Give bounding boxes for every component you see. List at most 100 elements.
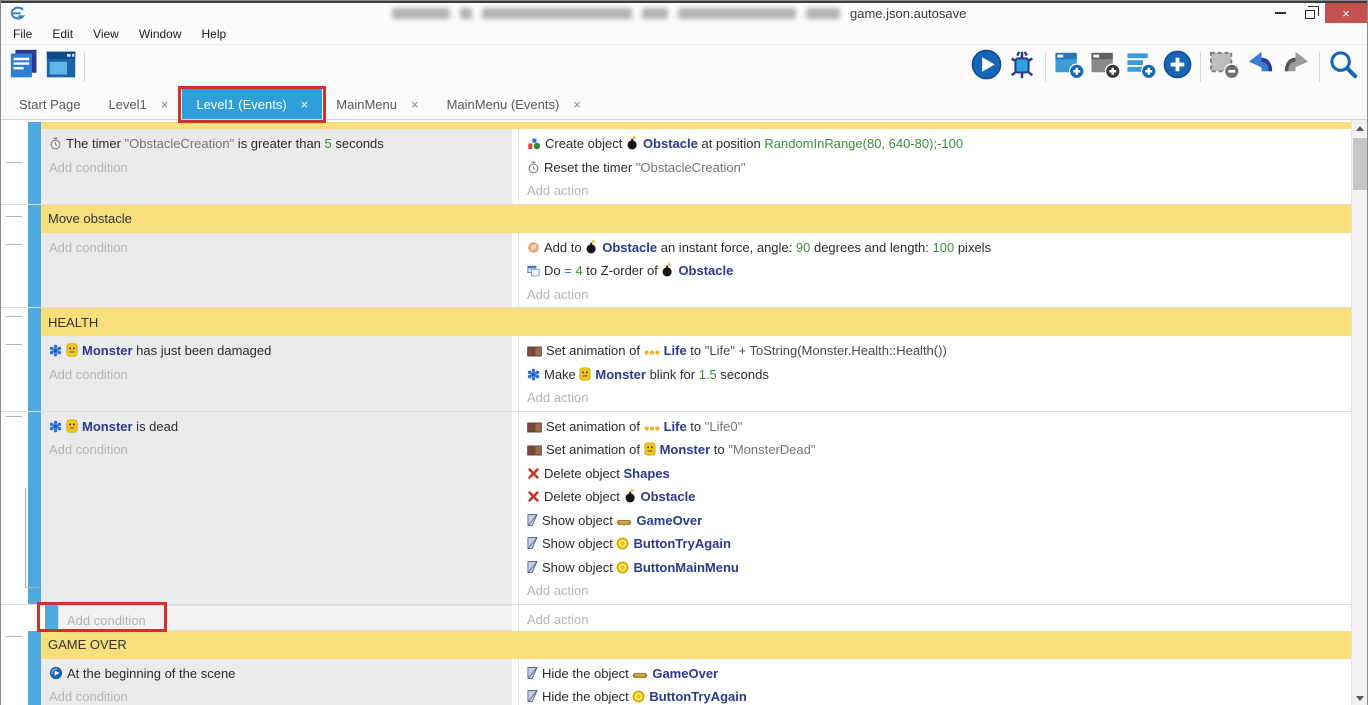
action-line[interactable]: Set animation of Life to "Life" + ToStri…	[527, 340, 1343, 364]
event-selection-bar[interactable]	[28, 308, 41, 336]
object-link[interactable]: GameOver	[636, 513, 702, 528]
object-link[interactable]: ButtonTryAgain	[633, 536, 731, 551]
remove-event-button[interactable]	[1206, 49, 1242, 85]
tab-close-icon[interactable]: ×	[573, 97, 581, 112]
minimize-button[interactable]	[1265, 3, 1295, 23]
add-action[interactable]: Add action	[527, 387, 1343, 409]
action-line[interactable]: Show object ButtonMainMenu	[527, 557, 1343, 581]
text-segment: "ObstacleCreation"	[125, 136, 235, 151]
object-link[interactable]: Obstacle	[643, 136, 698, 151]
event-selection-bar[interactable]	[28, 631, 41, 659]
action-line[interactable]: Make Monster blink for 1.5 seconds	[527, 364, 1343, 388]
tab-level1-events-[interactable]: Level1 (Events)×	[182, 89, 322, 119]
tab-level1[interactable]: Level1×	[94, 89, 182, 119]
scroll-up-button[interactable]	[1352, 120, 1367, 136]
add-condition[interactable]: Add condition	[49, 157, 504, 179]
action-line[interactable]: Show object GameOver	[527, 510, 1343, 534]
object-link[interactable]: Monster	[660, 442, 711, 457]
condition-line[interactable]: Monster is dead	[49, 416, 504, 440]
add-event-button[interactable]	[1051, 49, 1087, 85]
scroll-down-button[interactable]	[1352, 690, 1367, 705]
add-condition[interactable]: Add condition	[49, 237, 504, 259]
event-selection-bar[interactable]	[28, 336, 41, 411]
object-link[interactable]: Life	[664, 343, 687, 358]
event-selection-bar[interactable]	[28, 412, 41, 604]
close-button[interactable]: ×	[1325, 3, 1367, 23]
action-line[interactable]: Delete object Shapes	[527, 463, 1343, 487]
scroll-up-icon	[1356, 126, 1364, 131]
event-selection-bar[interactable]	[28, 122, 41, 129]
undo-button[interactable]	[1242, 49, 1278, 85]
object-link[interactable]: Obstacle	[602, 240, 657, 255]
object-link[interactable]: Shapes	[624, 466, 670, 481]
tab-close-icon[interactable]: ×	[411, 97, 419, 112]
add-action[interactable]: Add action	[527, 580, 1343, 602]
event-selection-bar[interactable]	[45, 605, 58, 631]
event-selection-bar[interactable]	[28, 233, 41, 308]
tab-mainmenu-events-[interactable]: MainMenu (Events)×	[433, 89, 595, 119]
toolbar-right-group	[968, 49, 1361, 85]
action-line[interactable]: Hide the object ButtonTryAgain	[527, 686, 1343, 705]
menu-help[interactable]: Help	[192, 23, 237, 45]
menu-view[interactable]: View	[83, 23, 129, 45]
redo-button[interactable]	[1278, 49, 1314, 85]
object-link[interactable]: Monster	[82, 343, 133, 358]
event-selection-bar[interactable]	[28, 205, 41, 233]
action-line[interactable]: Do = 4 to Z-order of Obstacle	[527, 260, 1343, 284]
object-link[interactable]: Obstacle	[641, 489, 696, 504]
tab-close-icon[interactable]: ×	[301, 97, 309, 112]
action-line[interactable]: Add to Obstacle an instant force, angle:…	[527, 237, 1343, 261]
object-link[interactable]: Monster	[595, 367, 646, 382]
comment-text[interactable]: Move obstacle	[41, 205, 1351, 233]
object-link[interactable]: Life	[664, 419, 687, 434]
menu-window[interactable]: Window	[129, 23, 192, 45]
object-link[interactable]: GameOver	[652, 666, 718, 681]
add-subevent-button[interactable]	[1087, 49, 1123, 85]
text-segment: to	[687, 343, 705, 358]
object-link[interactable]: ButtonTryAgain	[649, 689, 747, 704]
vertical-scrollbar[interactable]	[1351, 120, 1367, 705]
action-line[interactable]: Reset the timer "ObstacleCreation"	[527, 157, 1343, 181]
scene-editor-window-button[interactable]	[43, 49, 79, 85]
event-selection-bar[interactable]	[28, 129, 41, 204]
play-button[interactable]	[968, 49, 1004, 85]
condition-line[interactable]: The timer "ObstacleCreation" is greater …	[49, 133, 504, 157]
tab-start-page[interactable]: Start Page	[5, 89, 94, 119]
debug-button[interactable]	[1004, 49, 1040, 85]
add-action[interactable]: Add action	[527, 180, 1343, 202]
add-condition[interactable]: Add condition	[49, 439, 504, 461]
add-action[interactable]: Add action	[527, 609, 1343, 631]
add-comment-button[interactable]	[1123, 49, 1159, 85]
project-manager-button[interactable]	[7, 49, 43, 85]
comment-text[interactable]: HEALTH	[41, 308, 1351, 336]
search-button[interactable]	[1325, 49, 1361, 85]
action-line[interactable]: Set animation of Monster to "MonsterDead…	[527, 439, 1343, 463]
action-line[interactable]: Delete object Obstacle	[527, 486, 1343, 510]
menu-edit[interactable]: Edit	[42, 23, 83, 45]
object-link[interactable]: Obstacle	[678, 263, 733, 278]
action-line[interactable]: Show object ButtonTryAgain	[527, 533, 1343, 557]
scrollbar-thumb[interactable]	[1353, 138, 1367, 190]
add-condition[interactable]: Add condition	[49, 364, 504, 386]
condition-line[interactable]: Monster has just been damaged	[49, 340, 504, 364]
menu-bar: FileEditViewWindowHelp	[1, 23, 1367, 45]
action-line[interactable]: Hide the object GameOver	[527, 663, 1343, 687]
tab-close-icon[interactable]: ×	[161, 97, 169, 112]
comment-text[interactable]: GAME OVER	[41, 631, 1351, 659]
restore-button[interactable]	[1295, 3, 1325, 23]
text-segment: Reset the timer	[544, 160, 636, 175]
actions-column: Add action	[518, 605, 1351, 631]
action-line[interactable]: Set animation of Life to "Life0"	[527, 416, 1343, 440]
add-other-button[interactable]	[1159, 49, 1195, 85]
add-action[interactable]: Add action	[527, 284, 1343, 306]
event-selection-bar[interactable]	[28, 659, 41, 705]
add-condition[interactable]: Add condition	[49, 686, 504, 705]
condition-line[interactable]: At the beginning of the scene	[49, 663, 504, 687]
add-condition[interactable]: Add condition	[67, 610, 504, 632]
action-line[interactable]: Create object Obstacle at position Rando…	[527, 133, 1343, 157]
tab-mainmenu[interactable]: MainMenu×	[322, 89, 432, 119]
menu-file[interactable]: File	[3, 23, 42, 45]
object-link[interactable]: ButtonMainMenu	[633, 560, 738, 575]
text-segment: to	[687, 419, 705, 434]
object-link[interactable]: Monster	[82, 419, 133, 434]
